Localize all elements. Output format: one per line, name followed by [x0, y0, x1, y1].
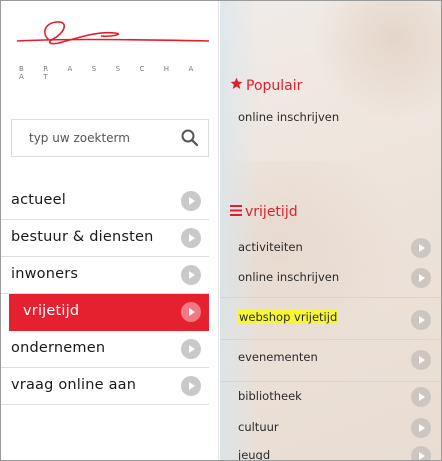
chevron-right-icon	[411, 387, 431, 407]
menu-icon	[230, 204, 242, 220]
chevron-right-icon	[181, 191, 201, 211]
nav-item-bestuur-diensten[interactable]: bestuur & diensten	[1, 220, 209, 257]
submenu-item-activiteiten[interactable]: activiteiten	[220, 233, 441, 263]
logo-text: B R A S S C H A A T	[19, 65, 202, 81]
nav-item-label: vraag online aan	[11, 377, 137, 393]
submenu-item-evenementen[interactable]: evenementen	[220, 339, 441, 379]
main-nav: actueel bestuur & diensten inwoners vrij…	[1, 183, 219, 405]
submenu-item-label: jeugd	[238, 448, 271, 461]
chevron-right-icon	[411, 310, 431, 330]
popular-item-online-inschrijven[interactable]: online inschrijven	[220, 103, 441, 133]
submenu-panel: Populair online inschrijven vrijetijd ac…	[220, 1, 441, 461]
search-button[interactable]	[180, 128, 200, 148]
chevron-right-icon	[181, 265, 201, 285]
nav-item-label: vrijetijd	[23, 303, 80, 319]
nav-item-label: bestuur & diensten	[11, 229, 154, 245]
chevron-right-icon	[411, 446, 431, 460]
search-box	[11, 119, 209, 157]
star-icon	[230, 77, 243, 94]
nav-item-label: actueel	[11, 192, 67, 208]
popular-heading: Populair	[230, 77, 302, 94]
submenu-item-jeugd[interactable]: jeugd	[220, 441, 441, 461]
submenu-item-online-inschrijven[interactable]: online inschrijven	[220, 263, 441, 293]
nav-item-vraag-online-aan[interactable]: vraag online aan	[1, 368, 209, 405]
submenu-item-label: online inschrijven	[238, 110, 340, 124]
submenu-item-label: activiteiten	[238, 240, 303, 254]
submenu-item-bibliotheek[interactable]: bibliotheek	[220, 381, 441, 411]
popular-title: Populair	[246, 78, 303, 94]
chevron-right-icon	[411, 268, 431, 288]
submenu-item-webshop-vrijetijd[interactable]: webshop vrijetijd	[220, 297, 441, 339]
search-input[interactable]	[12, 120, 172, 156]
chevron-right-icon	[411, 238, 431, 258]
chevron-right-icon	[181, 228, 201, 248]
page-frame: B R A S S C H A A T actueel bestuur & di…	[0, 0, 442, 461]
search-icon	[181, 129, 199, 147]
nav-item-ondernemen[interactable]: ondernemen	[1, 331, 209, 368]
submenu-item-label: bibliotheek	[238, 389, 302, 403]
chevron-right-icon	[181, 376, 201, 396]
nav-item-label: ondernemen	[11, 340, 106, 356]
submenu-item-label: online inschrijven	[238, 270, 340, 284]
chevron-right-icon	[181, 302, 201, 322]
nav-item-vrijetijd[interactable]: vrijetijd	[9, 294, 209, 331]
section-title: vrijetijd	[245, 204, 298, 220]
chevron-right-icon	[411, 418, 431, 438]
submenu-item-label: webshop vrijetijd	[238, 310, 339, 324]
logo-swoosh-icon	[16, 21, 210, 45]
chevron-right-icon	[181, 339, 201, 359]
nav-item-inwoners[interactable]: inwoners	[1, 257, 209, 294]
section-heading: vrijetijd	[230, 204, 298, 220]
nav-item-label: inwoners	[11, 266, 79, 282]
nav-item-actueel[interactable]: actueel	[1, 183, 209, 220]
brasschaat-logo[interactable]: B R A S S C H A A T	[15, 19, 211, 81]
submenu-item-cultuur[interactable]: cultuur	[220, 413, 441, 443]
sidebar: B R A S S C H A A T actueel bestuur & di…	[1, 1, 219, 460]
submenu-item-label: evenementen	[238, 350, 318, 364]
submenu-item-label: cultuur	[238, 420, 279, 434]
chevron-right-icon	[411, 350, 431, 370]
highlighted-text: webshop vrijetijd	[238, 310, 339, 324]
